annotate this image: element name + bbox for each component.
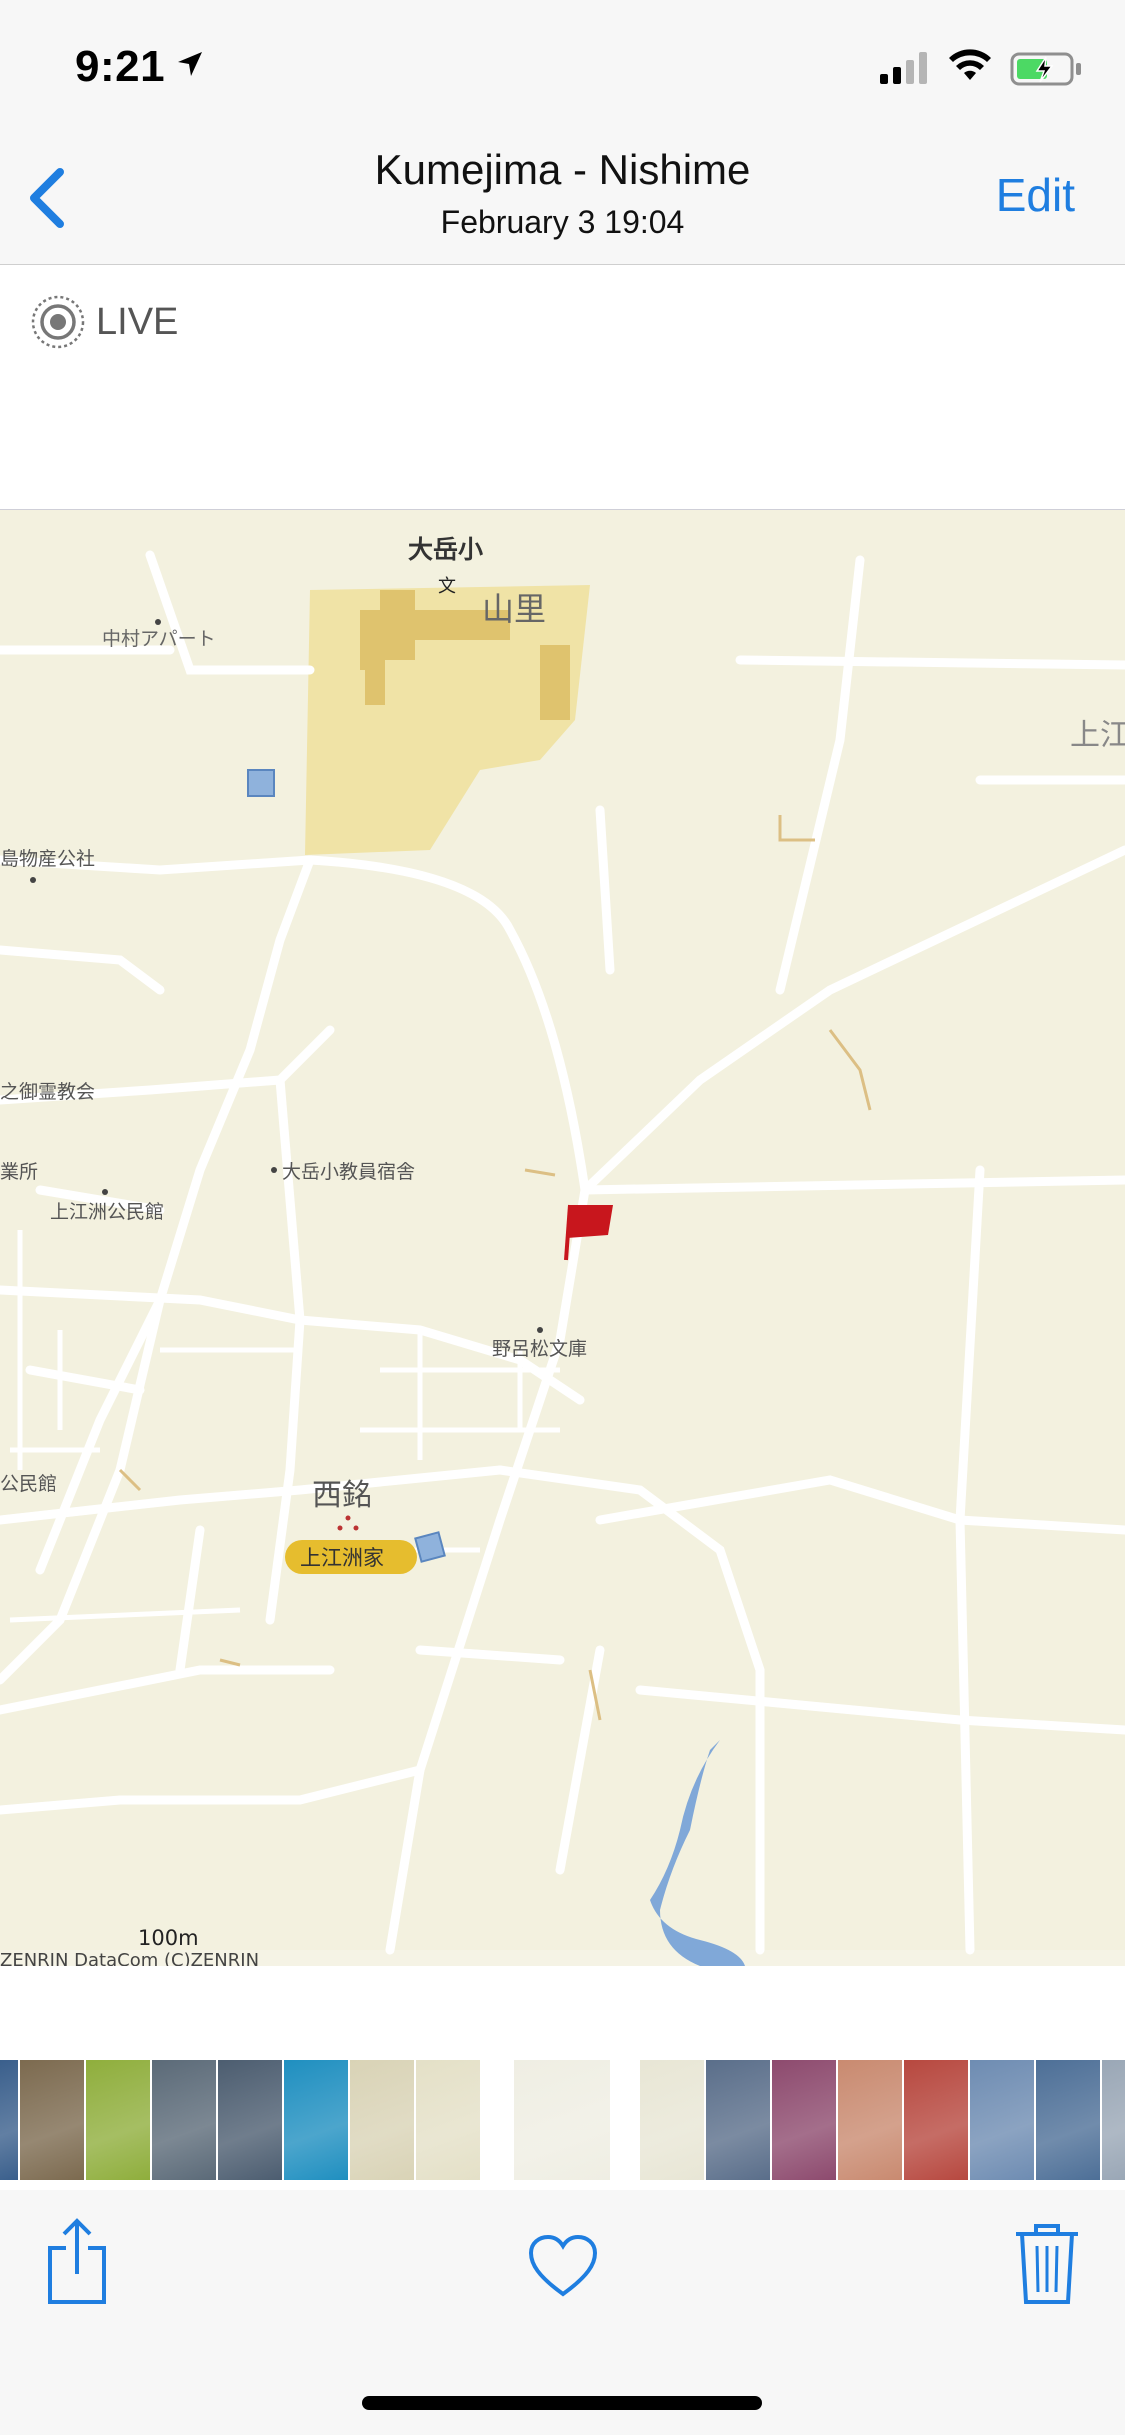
photo-view[interactable]: 大岳小 文 山里 中村アパート 上江 島物産公社 之御霊教会 大岳小教員宿舎 業… [0, 470, 1125, 1966]
photo-thumbnail[interactable] [0, 2060, 18, 2180]
cellular-signal-icon [880, 52, 927, 84]
photo-thumbnail[interactable] [86, 2060, 150, 2180]
heart-icon [528, 2234, 598, 2297]
map-label-teacher-dorm: 大岳小教員宿舎 [282, 1161, 415, 1183]
home-indicator[interactable] [362, 2396, 762, 2410]
photo-thumbnail[interactable] [1102, 2060, 1125, 2180]
photo-thumbnail[interactable] [640, 2060, 704, 2180]
photo-thumbnail[interactable] [1036, 2060, 1100, 2180]
status-time: 9:21 [75, 42, 166, 91]
battery-charging-icon [1010, 52, 1081, 86]
photo-thumbnail[interactable] [350, 2060, 414, 2180]
photo-thumbnail[interactable] [20, 2060, 84, 2180]
photo-thumbnail[interactable] [838, 2060, 902, 2180]
map-label-bussan-kosha: 島物産公社 [0, 848, 95, 870]
map-label-library: 野呂松文庫 [492, 1338, 587, 1360]
map-label-nakamura-apart: 中村アパート [102, 628, 216, 650]
photo-thumbnail[interactable] [970, 2060, 1034, 2180]
map-scale: 100m [138, 1926, 199, 1950]
status-bar: 9:21 [0, 0, 1125, 132]
photo-thumbnail[interactable] [152, 2060, 216, 2180]
photo-thumbnail[interactable] [772, 2060, 836, 2180]
live-photo-badge[interactable]: LIVE [30, 292, 178, 352]
map-label-office: 業所 [0, 1161, 38, 1183]
photo-thumbnail[interactable] [706, 2060, 770, 2180]
map-label-kami: 上江 [1070, 718, 1125, 753]
photo-thumbnail-strip[interactable] [0, 2060, 1125, 2180]
svg-text:文: 文 [438, 576, 456, 597]
photo-thumbnail[interactable] [904, 2060, 968, 2180]
photo-thumbnail[interactable] [284, 2060, 348, 2180]
photo-location-title: Kumejima - Nishime [374, 146, 751, 193]
photo-thumbnail[interactable] [514, 2060, 610, 2180]
photo-thumbnail[interactable] [218, 2060, 282, 2180]
map-label-school: 大岳小 [408, 535, 483, 564]
wifi-icon [949, 49, 991, 80]
map-label-uezu-house: 上江洲家 [300, 1546, 384, 1570]
live-label: LIVE [96, 300, 179, 343]
map-label-church: 之御霊教会 [0, 1081, 95, 1103]
edit-button[interactable]: Edit [996, 168, 1075, 222]
location-arrow-icon [178, 52, 202, 76]
share-icon [48, 2218, 106, 2304]
favorite-button[interactable] [528, 2234, 598, 2303]
trash-icon [1016, 2224, 1078, 2304]
navigation-bar: Kumejima - Nishime February 3 19:04 Edit [0, 132, 1125, 265]
map-label-nishime: 西銘 [312, 1478, 372, 1513]
share-button[interactable] [44, 2218, 110, 2313]
map-label-community-hall: 上江洲公民館 [50, 1201, 164, 1223]
live-photo-icon [31, 295, 85, 349]
delete-button[interactable] [1014, 2222, 1080, 2311]
map-image: 大岳小 文 山里 中村アパート 上江 島物産公社 之御霊教会 大岳小教員宿舎 業… [0, 470, 1125, 1966]
map-copyright: ZENRIN DataCom (C)ZENRIN [0, 1950, 259, 1966]
map-label-hall: 公民館 [0, 1473, 57, 1495]
photo-thumbnail[interactable] [416, 2060, 480, 2180]
photo-date-subtitle: February 3 19:04 [440, 204, 685, 240]
map-label-yamazato: 山里 [482, 590, 546, 628]
